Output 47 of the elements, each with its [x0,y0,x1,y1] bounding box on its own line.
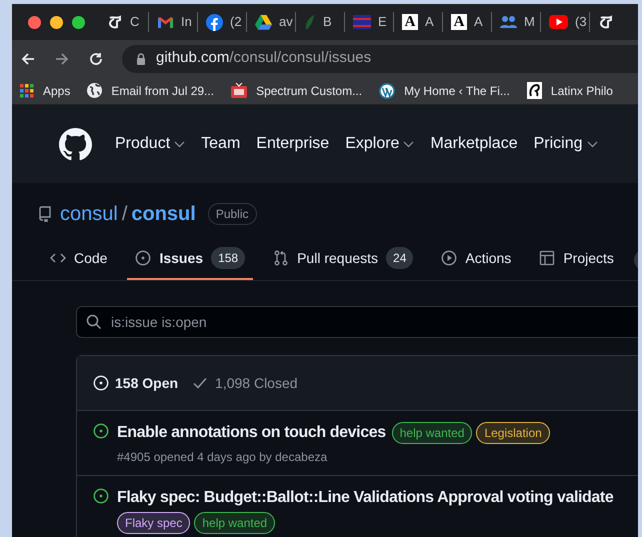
issue-label[interactable]: Flaky spec [117,512,190,534]
bookmark[interactable]: Latinx Philo [526,82,613,100]
browser-tab[interactable]: (2 [197,12,246,32]
issue-title-link[interactable]: Enable annotations on touch devices [117,421,386,445]
browser-tab[interactable]: C [99,12,148,32]
browser-tab[interactable]: M [491,12,540,32]
nav-link[interactable]: Enterprise [256,132,330,156]
bookmark[interactable]: Email from Jul 29... [87,82,214,100]
nav-link[interactable]: Marketplace [430,132,518,156]
browser-tab[interactable]: A A [442,12,491,32]
url-text: github.com/consul/consul/issues [156,48,372,68]
bookmark[interactable]: Spectrum Custom... [231,82,362,100]
issue-label[interactable]: help wanted [392,422,472,444]
path-separator: / [122,202,128,227]
issue-title-link[interactable]: Flaky spec: Budget::Ballot::Line Validations Approval voting validate [117,486,614,510]
closed-issues-filter[interactable]: 1,098 Closed [193,372,298,394]
repo-name-link[interactable]: consul [131,199,196,229]
repo-tab[interactable]: Pull requests 24 [265,240,422,280]
issue-meta: #4905 opened 4 days ago by decabeza [117,449,328,466]
repo-tab[interactable]: Actions [433,240,520,280]
open-issues-filter[interactable]: 158 Open [93,372,178,394]
browser-tab[interactable]: (3 [540,12,589,32]
browser-tab[interactable]: B [295,12,344,32]
browser-tab[interactable]: In [148,12,197,32]
browser-tab[interactable]: A A [393,12,442,32]
bookmark[interactable]: My Home ‹ The Fi... [379,82,510,100]
browser-tab[interactable]: E [344,12,393,32]
visibility-label: Public [208,203,257,225]
letter-favicon-icon: A [451,14,467,30]
letter-favicon-icon: A [402,14,418,30]
repo-tab[interactable]: Issues 158 [127,240,254,280]
counter: 24 [386,247,414,269]
repo-tab[interactable]: Code [42,240,116,280]
nav-link[interactable]: Product [115,132,186,156]
issue-label[interactable]: help wanted [194,512,276,534]
issue-label[interactable]: Legislation [476,422,550,444]
nav-link[interactable]: Explore [345,132,414,156]
address-bar[interactable]: github.com/consul/consul/issues [122,44,638,72]
search-field[interactable]: is:issue is:open [76,306,638,338]
nav-link[interactable]: Team [201,132,240,156]
counter: 158 [211,247,246,269]
repo-tab[interactable]: Projects [531,240,622,280]
bookmark[interactable]: Apps [20,82,70,100]
nav-link[interactable]: Pricing [534,132,598,156]
search-input[interactable]: is:issue is:open [111,312,638,332]
browser-tab[interactable]: av [246,12,295,32]
repo-owner-link[interactable]: consul [60,199,118,229]
